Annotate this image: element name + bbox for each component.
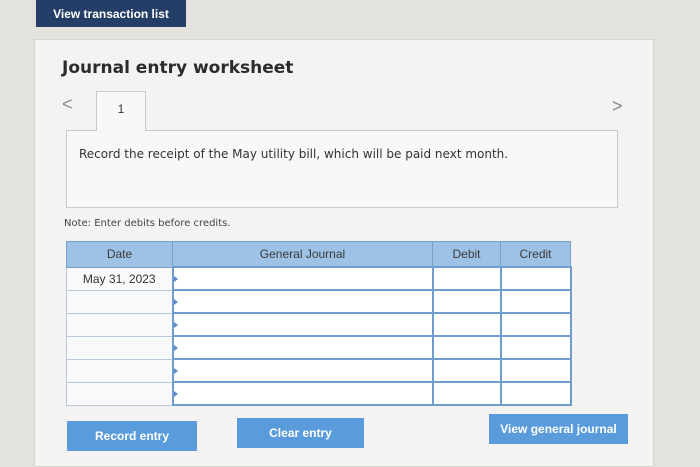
tab-label: 1	[117, 102, 125, 116]
table-row	[66, 381, 572, 406]
credit-input[interactable]	[499, 289, 572, 314]
table-row	[66, 358, 572, 383]
transaction-description-box: Record the receipt of the May utility bi…	[66, 130, 618, 208]
view-general-journal-button[interactable]: View general journal	[489, 414, 628, 444]
debit-input[interactable]	[431, 358, 502, 383]
table-row	[66, 289, 572, 314]
date-select[interactable]	[66, 358, 173, 383]
credit-input[interactable]	[499, 335, 572, 360]
date-select[interactable]	[66, 381, 173, 406]
tab-entry-1[interactable]: 1	[96, 91, 146, 131]
debit-input[interactable]	[431, 266, 502, 291]
credit-input[interactable]	[499, 266, 572, 291]
column-header-general-journal: General Journal	[172, 241, 433, 268]
date-select[interactable]: May 31, 2023	[66, 266, 173, 291]
debit-input[interactable]	[431, 289, 502, 314]
note-text: Note: Enter debits before credits.	[64, 218, 231, 229]
debit-input[interactable]	[431, 381, 502, 406]
date-select[interactable]	[66, 312, 173, 337]
credit-input[interactable]	[499, 358, 572, 383]
transaction-description: Record the receipt of the May utility bi…	[79, 147, 509, 161]
debit-input[interactable]	[431, 312, 502, 337]
account-input[interactable]	[171, 312, 434, 337]
credit-input[interactable]	[499, 312, 572, 337]
table-row	[66, 335, 572, 360]
chevron-right-icon[interactable]: >	[612, 96, 623, 117]
credit-input[interactable]	[499, 381, 572, 406]
debit-input[interactable]	[431, 335, 502, 360]
column-header-date: Date	[66, 241, 173, 268]
page-title: Journal entry worksheet	[62, 58, 294, 78]
chevron-left-icon[interactable]: <	[62, 94, 73, 115]
clear-entry-button[interactable]: Clear entry	[237, 418, 364, 448]
date-select[interactable]	[66, 289, 173, 314]
view-transaction-list-button[interactable]: View transaction list	[36, 0, 186, 27]
account-input[interactable]	[171, 266, 434, 291]
table-header-row: Date General Journal Debit Credit	[66, 241, 571, 268]
account-input[interactable]	[171, 381, 434, 406]
account-input[interactable]	[171, 358, 434, 383]
column-header-credit: Credit	[500, 241, 571, 268]
account-input[interactable]	[171, 335, 434, 360]
record-entry-button[interactable]: Record entry	[67, 421, 197, 451]
account-input[interactable]	[171, 289, 434, 314]
table-row	[66, 312, 572, 337]
column-header-debit: Debit	[432, 241, 501, 268]
journal-table: Date General Journal Debit Credit May 31…	[66, 241, 572, 406]
date-select[interactable]	[66, 335, 173, 360]
table-row: May 31, 2023	[66, 266, 572, 291]
